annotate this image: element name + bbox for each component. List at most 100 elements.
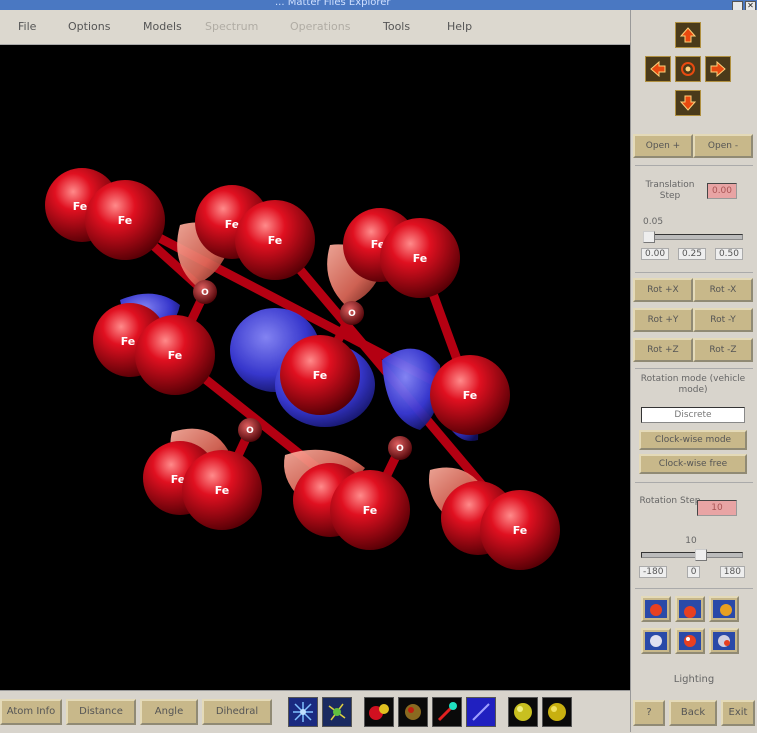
- menu-operations[interactable]: Operations: [290, 20, 350, 33]
- center-view-button[interactable]: [675, 56, 701, 82]
- sphere-light-icon: [713, 600, 735, 618]
- rot-plus-z-button[interactable]: Rot +Z: [633, 338, 693, 362]
- translation-slider[interactable]: [643, 234, 743, 240]
- move-left-button[interactable]: [645, 56, 671, 82]
- arrow-down-icon: [679, 95, 697, 111]
- rotation-ticks: -180 0 180: [639, 566, 745, 578]
- tick-label: 0.25: [677, 248, 707, 260]
- spacefill-icon-graphic: [405, 704, 421, 720]
- tick-label: 0: [686, 566, 701, 578]
- divider: [635, 165, 753, 166]
- iron-label: Fe: [215, 484, 230, 497]
- rotation-slider-thumb[interactable]: [695, 549, 707, 561]
- sphere-light-icon: [679, 600, 701, 618]
- lattice-icon[interactable]: [288, 697, 318, 727]
- help-button[interactable]: ?: [633, 700, 665, 726]
- move-down-button[interactable]: [675, 90, 701, 116]
- light-front-button[interactable]: [641, 596, 671, 622]
- bottom-toolbar: Atom Info Distance Angle Dihedral: [0, 690, 630, 733]
- menu-models[interactable]: Models: [143, 20, 182, 33]
- rot-minus-y-button[interactable]: Rot -Y: [693, 308, 753, 332]
- window-title: ... Matter Files Explorer: [275, 0, 391, 8]
- sphere-gold-icon[interactable]: [542, 697, 572, 727]
- rotation-slider-value: 10: [685, 536, 697, 546]
- angle-button[interactable]: Angle: [140, 699, 198, 725]
- exit-button[interactable]: Exit: [721, 700, 755, 726]
- wireframe-icon[interactable]: [466, 697, 496, 727]
- open-plus-button[interactable]: Open +: [633, 134, 693, 158]
- menu-tools[interactable]: Tools: [383, 20, 410, 33]
- iron-label: Fe: [118, 214, 133, 227]
- title-bar: ... Matter Files Explorer ✕: [0, 0, 757, 11]
- rotation-step-field[interactable]: 10: [697, 500, 737, 516]
- light-ambient-button[interactable]: [709, 628, 739, 654]
- iron-label: Fe: [413, 252, 428, 265]
- iron-label: Fe: [463, 389, 478, 402]
- divider: [635, 272, 753, 273]
- molecule-icon[interactable]: [322, 697, 352, 727]
- sphere-light-icon: [679, 632, 701, 650]
- clockwise-free-button[interactable]: Clock-wise free: [639, 454, 747, 474]
- rotation-slider[interactable]: [641, 552, 743, 558]
- back-button[interactable]: Back: [669, 700, 717, 726]
- oxygen-label: O: [246, 426, 254, 436]
- translation-slider-thumb[interactable]: [643, 231, 655, 243]
- tick-label: 0.00: [641, 248, 670, 260]
- iron-label: Fe: [121, 335, 136, 348]
- target-icon: [681, 62, 695, 76]
- rot-plus-x-button[interactable]: Rot +X: [633, 278, 693, 302]
- light-side-button[interactable]: [709, 596, 739, 622]
- divider: [635, 482, 753, 483]
- rot-minus-x-button[interactable]: Rot -X: [693, 278, 753, 302]
- spacefill-icon[interactable]: [398, 697, 428, 727]
- arrow-right-icon: [710, 60, 726, 78]
- arrow-up-icon: [679, 27, 697, 43]
- lattice-icon-graphic: [293, 702, 313, 722]
- oxygen-label: O: [396, 444, 404, 454]
- light-diffuse-button[interactable]: [641, 628, 671, 654]
- molecule-viewport[interactable]: O O O O Fe Fe Fe Fe Fe Fe Fe Fe Fe Fe Fe…: [0, 45, 630, 690]
- molecule-icon-graphic: [328, 703, 346, 721]
- dihedral-button[interactable]: Dihedral: [202, 699, 272, 725]
- iron-label: Fe: [73, 200, 88, 213]
- translation-step-label: Translation Step: [645, 180, 695, 201]
- light-spot-button[interactable]: [675, 628, 705, 654]
- tick-label: 180: [719, 566, 745, 578]
- bond-icon[interactable]: [432, 697, 462, 727]
- divider: [635, 368, 753, 369]
- move-right-button[interactable]: [705, 56, 731, 82]
- iron-label: Fe: [168, 349, 183, 362]
- menu-spectrum[interactable]: Spectrum: [205, 20, 258, 33]
- control-panel: Open + Open - Translation Step 0.00 0.05…: [630, 10, 757, 732]
- atom-info-button[interactable]: Atom Info: [0, 699, 62, 725]
- distance-button[interactable]: Distance: [66, 699, 136, 725]
- translation-ticks: 0.00 0.25 0.50: [641, 248, 743, 260]
- light-top-button[interactable]: [675, 596, 705, 622]
- sphere-light-icon: [713, 632, 735, 650]
- translation-slider-value: 0.05: [643, 217, 664, 227]
- menu-file[interactable]: File: [18, 20, 36, 33]
- sphere-light-icon: [645, 632, 667, 650]
- rot-minus-z-button[interactable]: Rot -Z: [693, 338, 753, 362]
- crystal-structure-render: O O O O Fe Fe Fe Fe Fe Fe Fe Fe Fe Fe Fe…: [45, 168, 560, 570]
- rotation-step-label: Rotation Step: [639, 496, 701, 506]
- menu-help[interactable]: Help: [447, 20, 472, 33]
- bond-icon-graphic: [437, 702, 457, 722]
- translation-step-field[interactable]: 0.00: [707, 183, 737, 199]
- oxygen-label: O: [201, 288, 209, 298]
- divider: [635, 588, 753, 589]
- open-minus-button[interactable]: Open -: [693, 134, 753, 158]
- menu-bar: File Options Models Spectrum Operations …: [0, 10, 630, 45]
- clockwise-mode-button[interactable]: Clock-wise mode: [639, 430, 747, 450]
- rot-plus-y-button[interactable]: Rot +Y: [633, 308, 693, 332]
- arrow-left-icon: [650, 60, 666, 78]
- rotation-mode-select[interactable]: Discrete: [641, 407, 745, 423]
- oxygen-label: O: [348, 309, 356, 319]
- tick-label: -180: [639, 566, 668, 578]
- lighting-label: Lighting: [673, 674, 715, 685]
- sphere-light-icon: [645, 600, 667, 618]
- ball-stick-icon[interactable]: [364, 697, 394, 727]
- sphere-yellow-icon[interactable]: [508, 697, 538, 727]
- move-up-button[interactable]: [675, 22, 701, 48]
- menu-options[interactable]: Options: [68, 20, 110, 33]
